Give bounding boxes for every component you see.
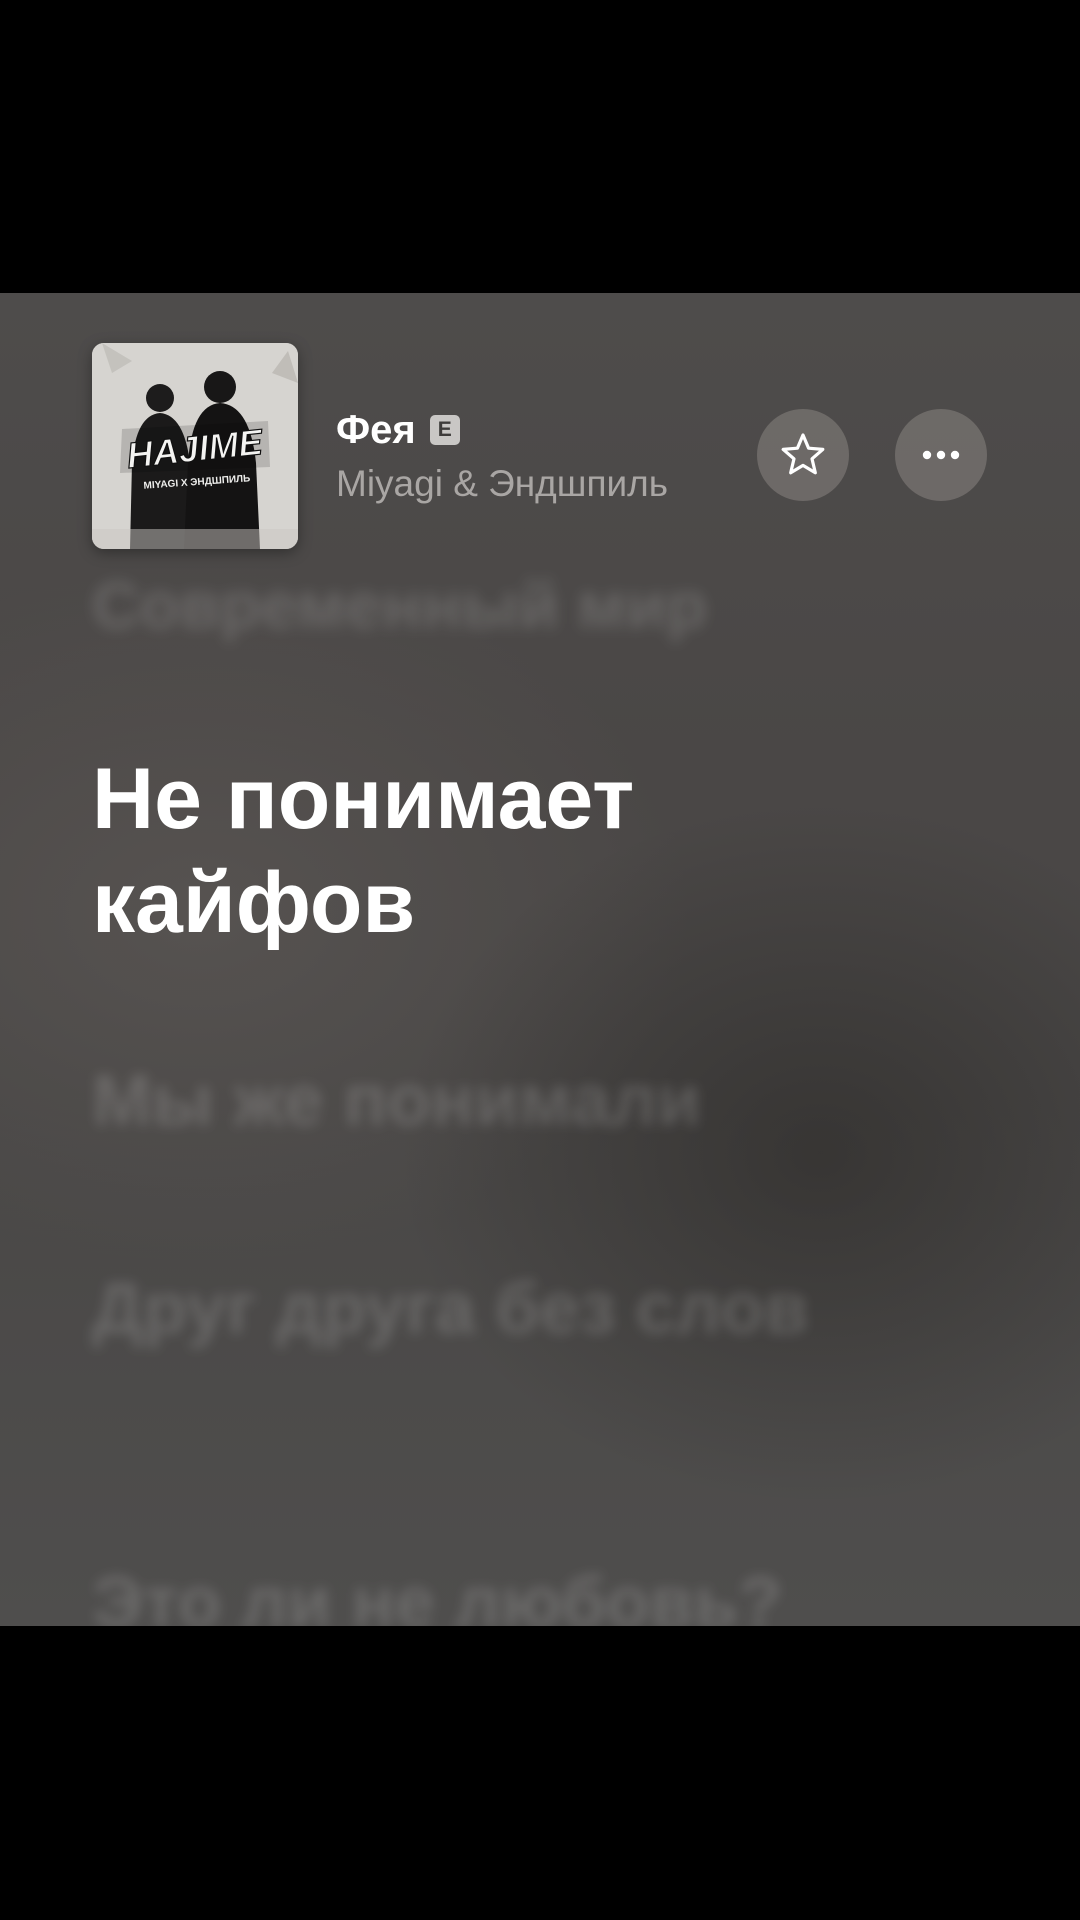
- track-artist[interactable]: Miyagi & Эндшпиль: [336, 461, 668, 507]
- lyric-line-upcoming[interactable]: Друг друга без слов: [92, 1261, 832, 1357]
- star-outline-icon: [781, 433, 825, 475]
- top-letterbox-bar: [0, 0, 1080, 293]
- track-title: Фея: [336, 408, 416, 452]
- favorite-button[interactable]: [757, 409, 849, 501]
- lyrics-screen: HAJIME MIYAGI X ЭНДШПИЛЬ Фея E Miyagi & …: [0, 293, 1080, 1626]
- track-title-row: Фея E: [336, 405, 460, 455]
- explicit-badge: E: [429, 415, 460, 445]
- album-art[interactable]: HAJIME MIYAGI X ЭНДШПИЛЬ: [92, 343, 298, 549]
- lyric-line-previous[interactable]: Современный мир: [92, 565, 992, 645]
- bottom-letterbox-bar: [0, 1626, 1080, 1920]
- lyric-line-upcoming[interactable]: Мы же понимали: [92, 1053, 992, 1149]
- lyric-line-upcoming[interactable]: Это ли не любовь?: [92, 1555, 992, 1626]
- ellipsis-icon: [922, 450, 960, 460]
- album-art-image: HAJIME MIYAGI X ЭНДШПИЛЬ: [92, 343, 298, 549]
- more-options-button[interactable]: [895, 409, 987, 501]
- lyric-line-current[interactable]: Не понимает кайфов: [92, 747, 812, 955]
